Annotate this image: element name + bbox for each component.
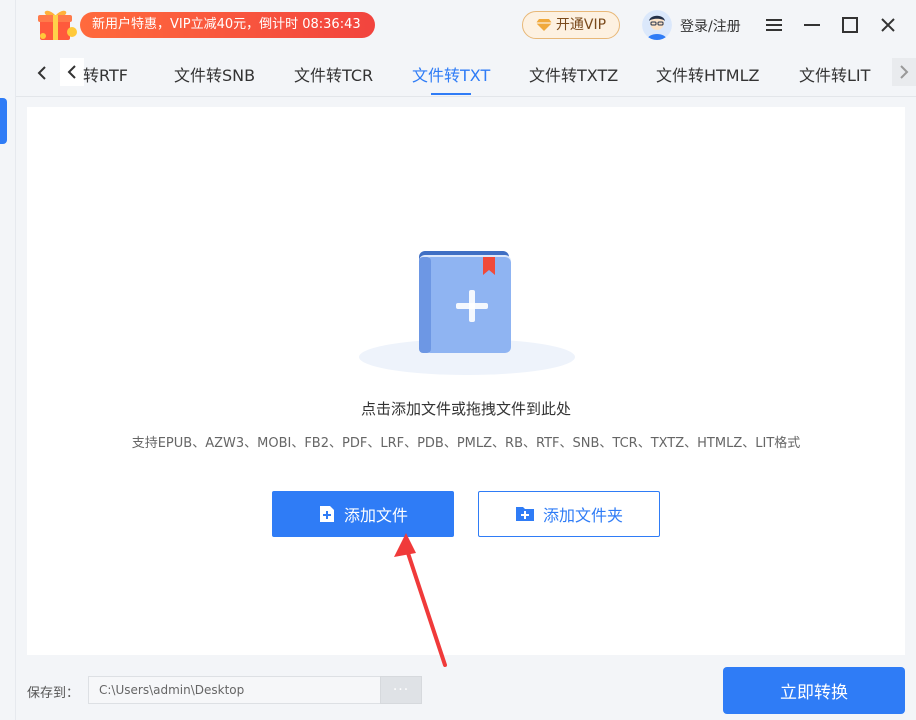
tab-txt[interactable]: 文件转TXT — [412, 62, 490, 86]
minimize-button[interactable] — [799, 12, 825, 38]
tab-prev-button[interactable] — [60, 58, 84, 86]
chevron-right-icon — [900, 65, 909, 79]
login-register-link[interactable]: 登录/注册 — [680, 16, 741, 36]
add-book-icon — [359, 251, 575, 375]
tab-txtz[interactable]: 文件转TXTZ — [529, 62, 618, 86]
supported-formats-text: 支持EPUB、AZW3、MOBI、FB2、PDF、LRF、PDB、PMLZ、RB… — [131, 436, 801, 451]
format-tab-bar: 转RTF 文件转SNB 文件转TCR 文件转TXT 文件转TXTZ 文件转HTM… — [16, 50, 916, 97]
vip-button[interactable]: 开通VIP — [522, 11, 620, 39]
diamond-icon — [535, 19, 552, 31]
add-folder-button[interactable]: 添加文件夹 — [478, 491, 660, 537]
vip-label: 开通VIP — [555, 17, 607, 33]
browse-folder-button[interactable]: ··· — [380, 676, 422, 704]
scroll-tabs-right-button[interactable] — [892, 58, 916, 86]
scroll-tabs-left-button[interactable] — [32, 62, 52, 84]
left-divider — [15, 0, 16, 720]
tab-snb[interactable]: 文件转SNB — [174, 62, 255, 86]
tab-tcr[interactable]: 文件转TCR — [294, 62, 373, 86]
close-button[interactable] — [875, 12, 901, 38]
menu-button[interactable] — [761, 12, 787, 38]
sidebar-active-indicator[interactable] — [0, 98, 7, 144]
title-bar: 新用户特惠，VIP立减40元，倒计时 08:36:43 开通VIP 登录/注册 — [16, 0, 916, 50]
convert-label: 立即转换 — [780, 683, 848, 703]
tab-rtf[interactable]: 转RTF — [83, 62, 128, 86]
active-tab-indicator — [431, 93, 471, 95]
chevron-left-icon — [37, 66, 46, 80]
promo-text: 新用户特惠，VIP立减40元，倒计时 08:36:43 — [92, 17, 361, 32]
output-path-field[interactable]: C:\Users\admin\Desktop — [88, 676, 380, 704]
chevron-left-icon — [67, 65, 76, 79]
annotation-arrow — [394, 533, 447, 667]
maximize-button[interactable] — [837, 12, 863, 38]
drop-zone-title: 点击添加文件或拖拽文件到此处 — [360, 400, 571, 418]
menu-icon — [766, 19, 782, 31]
convert-now-button[interactable]: 立即转换 — [723, 667, 905, 714]
file-drop-zone[interactable]: 点击添加文件或拖拽文件到此处 支持EPUB、AZW3、MOBI、FB2、PDF、… — [27, 107, 905, 667]
save-to-label: 保存到： — [27, 686, 80, 701]
file-plus-icon — [319, 506, 334, 522]
tab-htmlz[interactable]: 文件转HTMLZ — [656, 62, 760, 86]
promo-banner[interactable]: 新用户特惠，VIP立减40元，倒计时 08:36:43 — [80, 12, 375, 38]
add-folder-label: 添加文件夹 — [542, 506, 623, 525]
folder-plus-icon — [515, 507, 534, 521]
minimize-icon — [804, 24, 820, 26]
avatar[interactable] — [642, 10, 672, 40]
maximize-icon — [842, 17, 858, 33]
gift-icon — [38, 10, 77, 40]
close-icon — [881, 18, 895, 32]
add-file-label: 添加文件 — [343, 506, 408, 525]
tab-lit[interactable]: 文件转LIT — [799, 62, 870, 86]
